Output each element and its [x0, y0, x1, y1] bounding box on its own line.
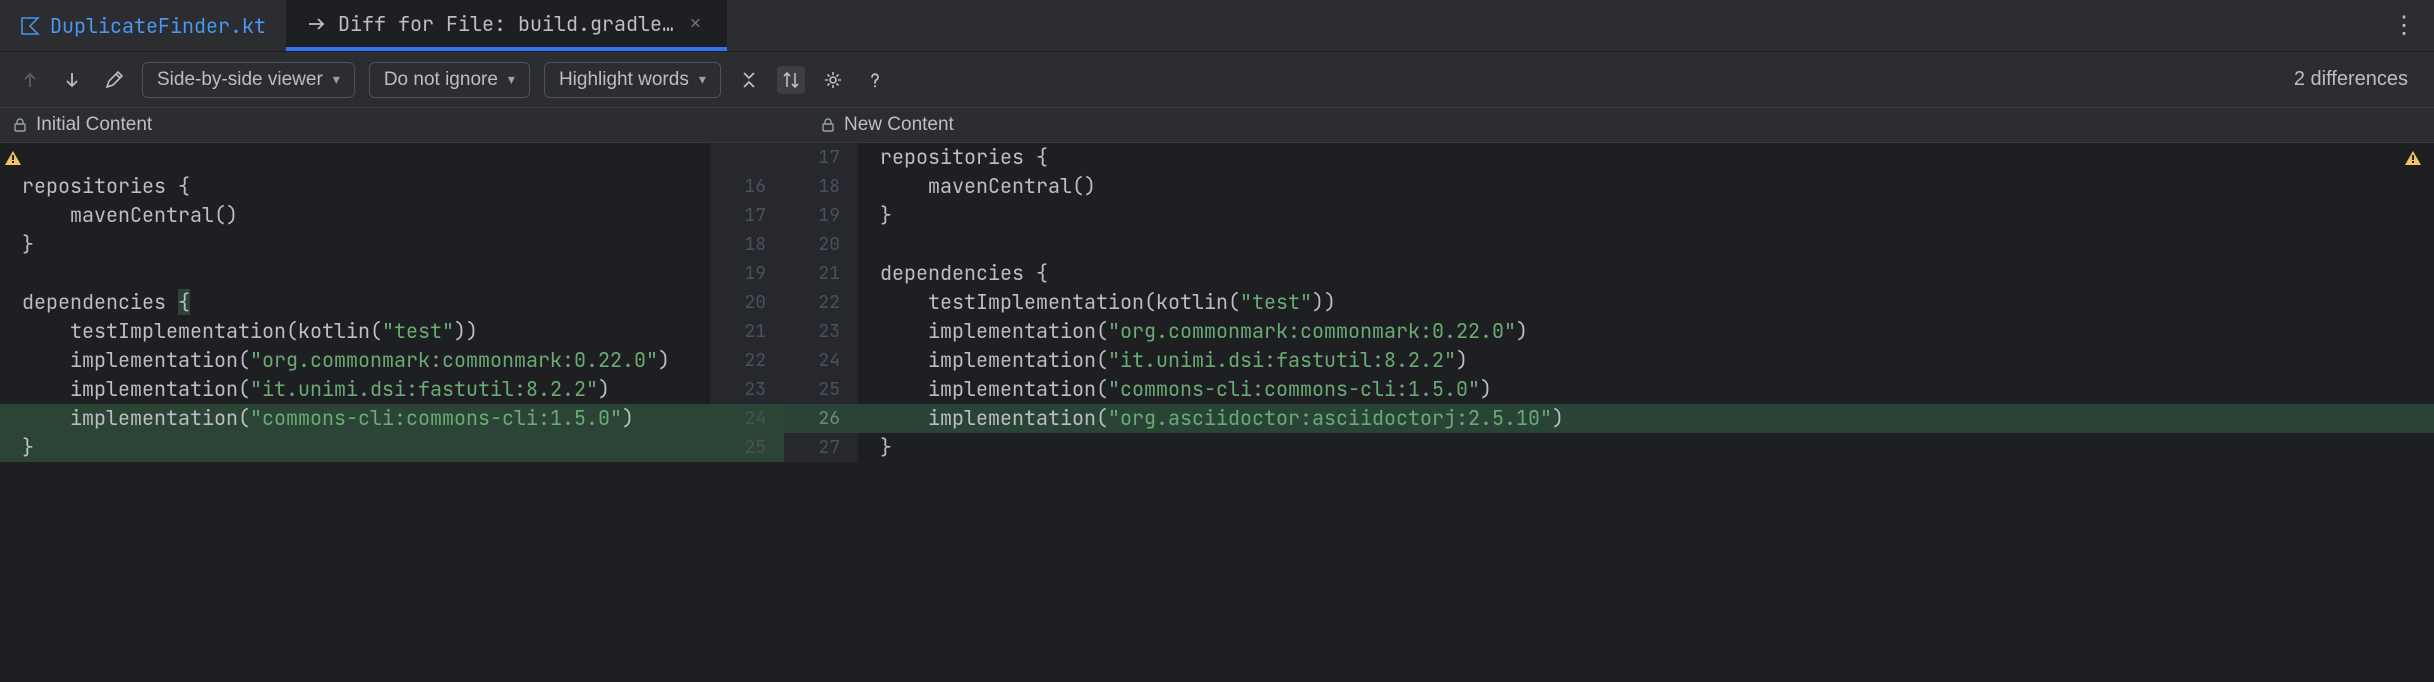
line-number: 26	[784, 404, 858, 433]
code-line[interactable]: dependencies {	[858, 259, 2434, 288]
dropdown-label: Side-by-side viewer	[157, 69, 323, 91]
left-line-numbers: 16171819202122232425	[710, 143, 784, 462]
close-icon[interactable]: ✕	[684, 12, 707, 35]
header-title: Initial Content	[36, 114, 152, 136]
prev-diff-icon[interactable]	[16, 66, 44, 94]
code-line[interactable]: }	[858, 201, 2434, 230]
next-diff-icon[interactable]	[58, 66, 86, 94]
diff-toolbar: Side-by-side viewer ▾ Do not ignore ▾ Hi…	[0, 52, 2434, 108]
code-line[interactable]: repositories {	[0, 172, 710, 201]
left-code[interactable]: repositories { mavenCentral()} dependenci…	[0, 143, 710, 462]
line-number: 23	[710, 375, 784, 404]
lock-icon	[12, 117, 28, 133]
tab-label: Diff for File: build.gradle…	[338, 11, 674, 37]
code-line[interactable]: implementation("org.commonmark:commonmar…	[0, 346, 710, 375]
code-line[interactable]: implementation("it.unimi.dsi:fastutil:8.…	[858, 346, 2434, 375]
line-number	[710, 143, 784, 172]
diff-body: repositories { mavenCentral()} dependenci…	[0, 143, 2434, 462]
edit-icon[interactable]	[100, 66, 128, 94]
dropdown-label: Do not ignore	[384, 69, 498, 91]
ignore-mode-dropdown[interactable]: Do not ignore ▾	[369, 62, 530, 98]
gear-icon[interactable]	[819, 66, 847, 94]
code-line[interactable]: }	[858, 433, 2434, 462]
viewer-mode-dropdown[interactable]: Side-by-side viewer ▾	[142, 62, 355, 98]
dropdown-label: Highlight words	[559, 69, 689, 91]
code-line[interactable]: }	[0, 230, 710, 259]
right-line-numbers: 1718192021222324252627	[784, 143, 858, 462]
help-icon[interactable]	[861, 66, 889, 94]
code-line[interactable]	[858, 230, 2434, 259]
chevron-down-icon: ▾	[699, 71, 706, 88]
chevron-down-icon: ▾	[333, 71, 340, 88]
code-line[interactable]: }	[0, 433, 710, 462]
right-marker-col	[2404, 143, 2430, 172]
line-number: 20	[784, 230, 858, 259]
tab-duplicate-finder[interactable]: DuplicateFinder.kt	[0, 0, 286, 51]
line-number: 21	[710, 317, 784, 346]
warning-icon	[4, 150, 22, 166]
tab-label: DuplicateFinder.kt	[50, 13, 266, 39]
highlight-mode-dropdown[interactable]: Highlight words ▾	[544, 62, 721, 98]
right-pane: repositories { mavenCentral()} dependenci…	[858, 143, 2434, 462]
code-line[interactable]: implementation("it.unimi.dsi:fastutil:8.…	[0, 375, 710, 404]
collapse-icon[interactable]	[735, 66, 763, 94]
line-number: 17	[710, 201, 784, 230]
differences-count: 2 differences	[2294, 68, 2418, 91]
code-line[interactable]: dependencies {	[0, 288, 710, 317]
warning-icon	[2404, 150, 2422, 166]
line-number: 16	[710, 172, 784, 201]
lock-icon	[820, 117, 836, 133]
sync-scroll-icon[interactable]	[777, 66, 805, 94]
left-pane: repositories { mavenCentral()} dependenci…	[0, 143, 710, 462]
code-line[interactable]: mavenCentral()	[858, 172, 2434, 201]
code-line[interactable]: implementation("org.asciidoctor:asciidoc…	[858, 404, 2434, 433]
tab-diff-build-gradle[interactable]: Diff for File: build.gradle… ✕	[286, 0, 727, 51]
line-number: 19	[710, 259, 784, 288]
right-code[interactable]: repositories { mavenCentral()} dependenci…	[858, 143, 2434, 462]
pane-headers: Initial Content New Content	[0, 108, 2434, 143]
line-number: 19	[784, 201, 858, 230]
code-line[interactable]: testImplementation(kotlin("test"))	[858, 288, 2434, 317]
kebab-menu-icon[interactable]: ⋮	[2374, 10, 2434, 41]
kotlin-file-icon	[20, 16, 40, 36]
line-number: 18	[784, 172, 858, 201]
line-number: 24	[710, 404, 784, 433]
line-number: 25	[710, 433, 784, 462]
line-number: 27	[784, 433, 858, 462]
line-number: 18	[710, 230, 784, 259]
left-pane-header: Initial Content	[0, 108, 808, 142]
line-number: 20	[710, 288, 784, 317]
editor-tabs: DuplicateFinder.kt Diff for File: build.…	[0, 0, 2434, 52]
code-line[interactable]: mavenCentral()	[0, 201, 710, 230]
header-title: New Content	[844, 114, 954, 136]
line-number: 22	[784, 288, 858, 317]
line-number: 23	[784, 317, 858, 346]
line-number: 21	[784, 259, 858, 288]
chevron-down-icon: ▾	[508, 71, 515, 88]
line-number: 17	[784, 143, 858, 172]
code-line[interactable]: implementation("commons-cli:commons-cli:…	[0, 404, 710, 433]
diff-icon	[306, 13, 328, 35]
code-line[interactable]: testImplementation(kotlin("test"))	[0, 317, 710, 346]
line-number: 22	[710, 346, 784, 375]
code-line[interactable]: repositories {	[858, 143, 2434, 172]
line-number: 25	[784, 375, 858, 404]
warning-row	[0, 143, 710, 172]
code-line[interactable]: implementation("org.commonmark:commonmar…	[858, 317, 2434, 346]
center-gutter: 16171819202122232425 1718192021222324252…	[710, 143, 858, 462]
code-line[interactable]	[0, 259, 710, 288]
right-pane-header: New Content	[808, 108, 2434, 142]
code-line[interactable]: implementation("commons-cli:commons-cli:…	[858, 375, 2434, 404]
line-number: 24	[784, 346, 858, 375]
